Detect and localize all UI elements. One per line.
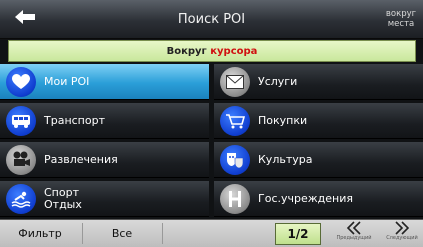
near-label-line1: вокруг [385, 9, 417, 19]
heart-icon [6, 66, 36, 97]
next-caption: Следующий [386, 235, 418, 241]
all-label: Все [111, 227, 133, 240]
category-label: Услуги [258, 74, 298, 88]
letter-h-icon [220, 183, 250, 214]
bus-icon [6, 105, 36, 136]
search-reference-bar[interactable]: Вокруг курсора [8, 40, 416, 62]
back-button[interactable] [2, 2, 48, 32]
category-shopping[interactable]: Покупки [214, 103, 423, 139]
filter-button[interactable]: Фильтр [0, 220, 80, 247]
category-culture[interactable]: Культура [214, 142, 423, 178]
swimmer-icon [6, 183, 36, 214]
category-government[interactable]: Гос.учреждения [214, 181, 423, 217]
reference-prefix: Вокруг [166, 45, 207, 57]
double-chevron-left-icon [346, 221, 361, 235]
category-label: Культура [258, 152, 313, 166]
page-indicator: 1/2 [275, 223, 321, 245]
shopping-cart-icon [220, 105, 250, 136]
double-chevron-right-icon [395, 221, 410, 235]
filter-label: Фильтр [18, 227, 62, 240]
all-categories-button[interactable]: Все [84, 220, 160, 247]
envelope-icon [220, 66, 250, 97]
arrow-left-icon [15, 10, 35, 24]
next-page-button[interactable]: Следующий [382, 220, 422, 247]
near-location-button[interactable]: вокруг места [379, 0, 423, 38]
previous-caption: Предыдущий [336, 235, 372, 241]
title-bar: Поиск POI вокруг места [0, 0, 423, 39]
category-label: Покупки [258, 113, 308, 127]
film-camera-icon [6, 144, 36, 175]
category-grid: Мои POI Услуги Транспорт Покупки Развлеч… [0, 64, 423, 218]
toolbar-divider [162, 223, 163, 244]
category-label: Мои POI [44, 74, 90, 88]
previous-page-button[interactable]: Предыдущий [334, 220, 374, 247]
reference-highlight: курсора [210, 45, 258, 57]
category-sport-leisure[interactable]: Спорт Отдых [0, 181, 209, 217]
category-label: Гос.учреждения [258, 191, 353, 205]
category-transport[interactable]: Транспорт [0, 103, 209, 139]
category-label: Развлечения [44, 152, 118, 166]
page-title: Поиск POI [177, 11, 246, 27]
category-services[interactable]: Услуги [214, 64, 423, 100]
theater-masks-icon [220, 144, 250, 175]
bottom-toolbar: Фильтр Все 1/2 Предыдущий Следующий [0, 219, 423, 247]
category-entertainment[interactable]: Развлечения [0, 142, 209, 178]
toolbar-divider [82, 223, 83, 244]
category-label: Транспорт [44, 113, 105, 127]
category-my-poi[interactable]: Мои POI [0, 64, 209, 100]
near-label-line2: места [387, 19, 415, 29]
category-label: Спорт Отдых [44, 186, 82, 211]
category-label-line2: Отдых [44, 197, 82, 211]
